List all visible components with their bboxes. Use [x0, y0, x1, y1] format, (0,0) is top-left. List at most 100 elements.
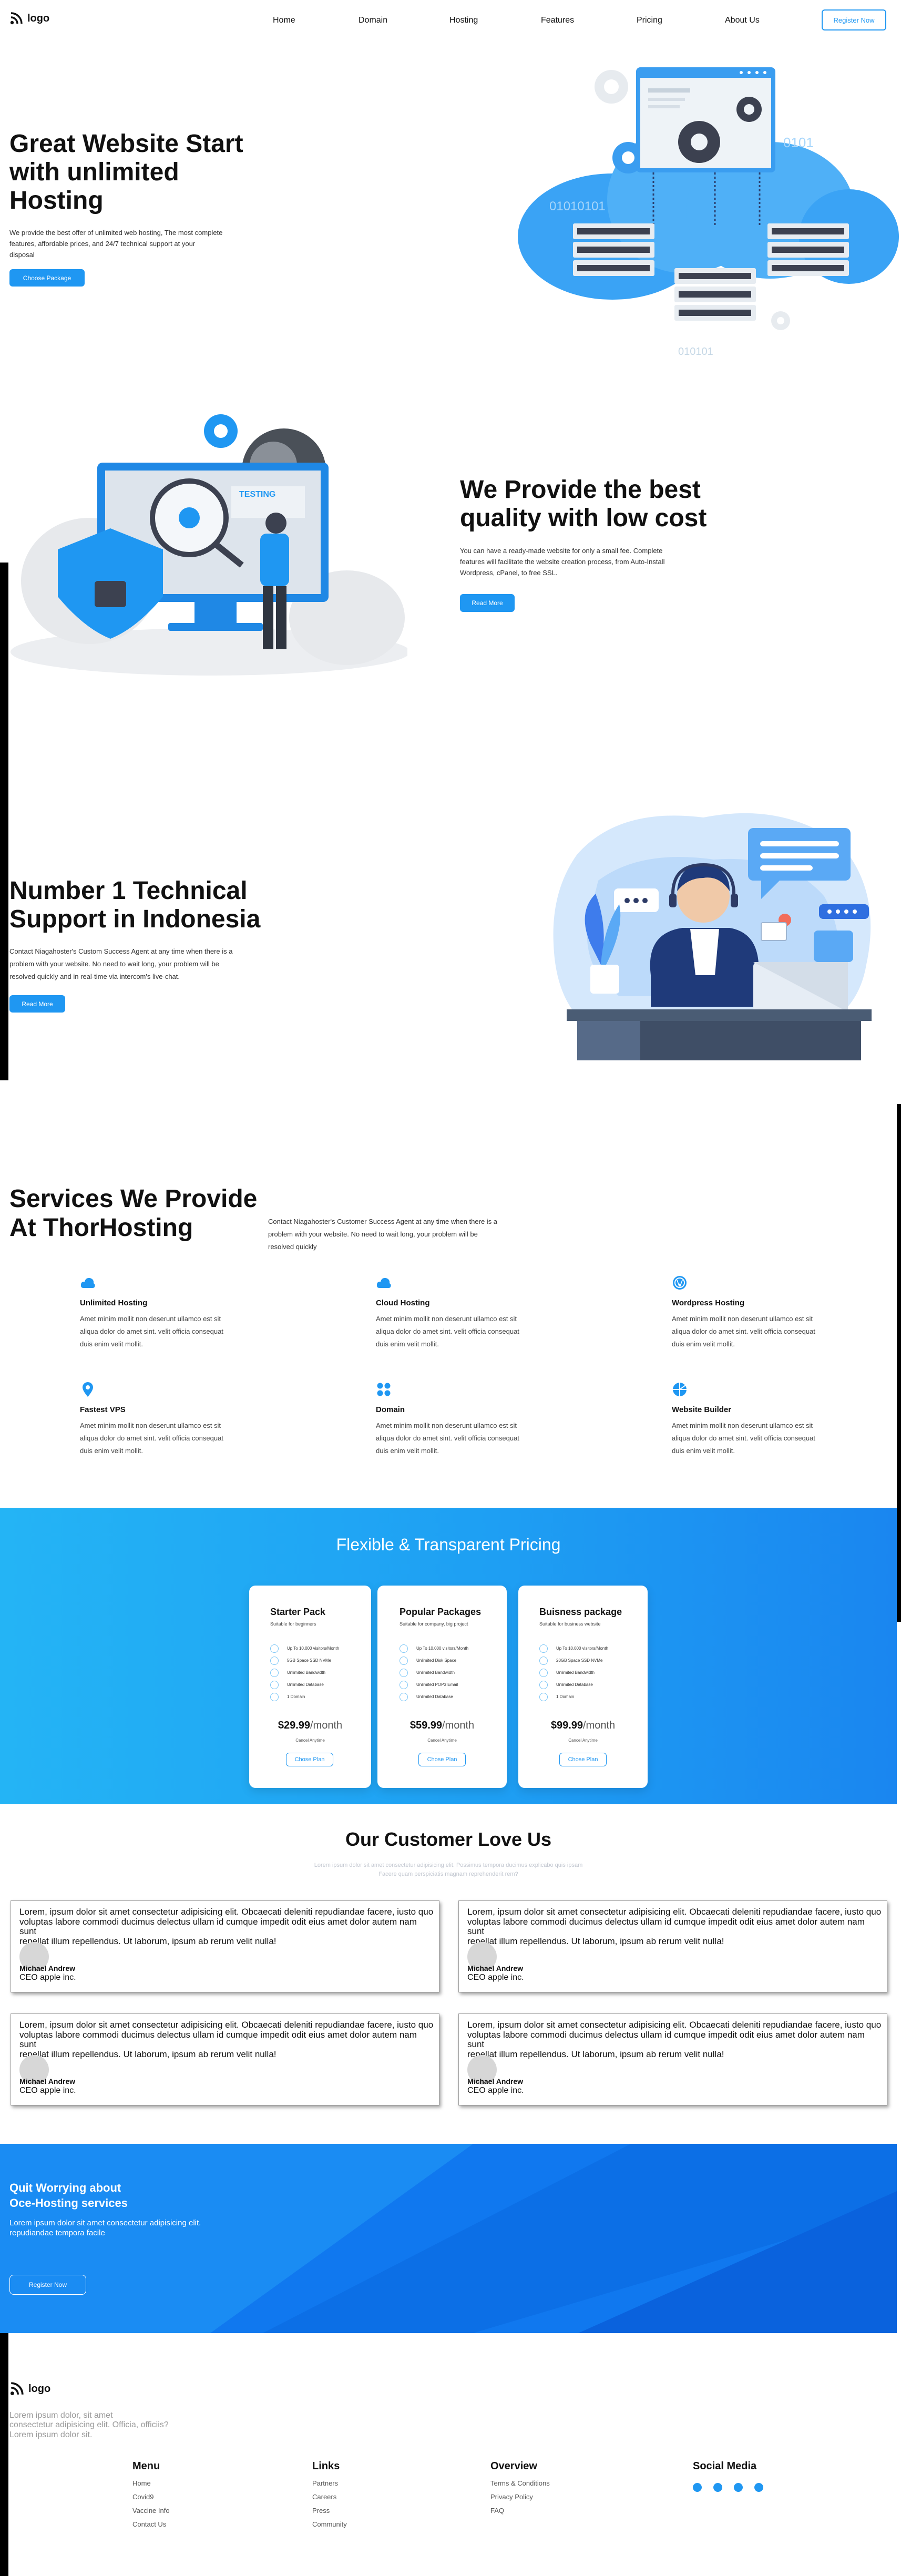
- testimonial-card: Lorem, ipsum dolor sit amet consectetur …: [11, 1900, 439, 1992]
- footer-link[interactable]: Home: [132, 2477, 170, 2490]
- footer-link-list: Terms & Conditions Privacy Policy FAQ: [490, 2477, 550, 2518]
- services-desc-line: Contact Niagahoster's Customer Success A…: [268, 1218, 498, 1225]
- logo[interactable]: logo: [9, 12, 49, 25]
- choose-plan-button[interactable]: Chose Plan: [559, 1753, 607, 1766]
- plan-price: $99.99/month: [518, 1720, 648, 1732]
- footer-desc-line: Lorem ipsum dolor sit.: [9, 2430, 93, 2439]
- hero-desc-line: disposal: [9, 250, 35, 259]
- nav-domain[interactable]: Domain: [359, 16, 387, 25]
- nav-features[interactable]: Features: [541, 16, 574, 25]
- cloud-icon: [376, 1277, 391, 1288]
- support-desc-line: problem with your website. No need to wa…: [9, 960, 219, 968]
- feature-label: Unlimited Database: [416, 1694, 453, 1699]
- nav-home[interactable]: Home: [273, 16, 295, 25]
- feature-label: 5GB Space SSD NVMe: [287, 1658, 332, 1663]
- quality-read-more-button[interactable]: Read More: [460, 594, 515, 612]
- cloud-icon: [80, 1277, 95, 1288]
- feature-label: 1 Domain: [556, 1694, 575, 1699]
- feature-label: 20GB Space SSD NVMe: [556, 1658, 603, 1663]
- plan-note: Cancel Anytime: [568, 1738, 598, 1743]
- nav-pricing[interactable]: Pricing: [637, 16, 662, 25]
- service-desc-line: duis enim velit mollit.: [80, 1340, 143, 1348]
- quality-title-line: We Provide the best: [460, 476, 701, 504]
- testimonial-line: voluptas labore commodi ducimus delectus…: [467, 1916, 865, 1937]
- choose-plan-button[interactable]: Chose Plan: [418, 1753, 466, 1766]
- footer-link[interactable]: Contact Us: [132, 2518, 170, 2531]
- support-read-more-button[interactable]: Read More: [9, 995, 65, 1013]
- logo-text: logo: [27, 12, 50, 24]
- plan-feature: Unlimited Disk Space: [400, 1654, 468, 1667]
- feature-label: 1 Domain: [287, 1694, 305, 1699]
- service-description: Amet minim mollit non deserunt ullamco e…: [672, 1419, 819, 1457]
- left-edge-bar: [0, 563, 8, 1080]
- facebook-icon[interactable]: [693, 2483, 702, 2492]
- feature-label: Up To 10,000 visitors/Month: [287, 1646, 340, 1651]
- services-desc-line: resolved quickly: [268, 1243, 317, 1251]
- testimonials-title: Our Customer Love Us: [345, 1828, 552, 1850]
- footer-link[interactable]: Terms & Conditions: [490, 2477, 550, 2490]
- feature-label: Unlimited Disk Space: [416, 1658, 457, 1663]
- hero-desc-line: features, affordable prices, and 24/7 te…: [9, 239, 196, 248]
- footer-link[interactable]: Vaccine Info: [132, 2504, 170, 2518]
- testimonial-role: CEO apple inc.: [19, 2086, 76, 2095]
- plan-feature: 1 Domain: [539, 1691, 608, 1703]
- pricing-title: Flexible & Transparent Pricing: [336, 1535, 561, 1554]
- feature-label: Unlimited Database: [287, 1682, 324, 1687]
- plan-name: Popular Packages: [400, 1607, 482, 1617]
- choose-package-button[interactable]: Choose Package: [9, 269, 85, 287]
- quality-title: We Provide the best quality with low cos…: [460, 476, 733, 533]
- builder-icon: [673, 1383, 687, 1396]
- check-circle-icon: [400, 1680, 408, 1689]
- quality-description: You can have a ready-made website for on…: [460, 546, 681, 578]
- server-rack-right: [767, 223, 849, 276]
- footer-link[interactable]: Careers: [312, 2490, 347, 2504]
- pricing-card: Starter Pack Suitable for beginners Up T…: [249, 1586, 371, 1788]
- service-description: Amet minim mollit non deserunt ullamco e…: [80, 1419, 227, 1457]
- footer-link[interactable]: Partners: [312, 2477, 347, 2490]
- plan-feature: Unlimited Bandwidth: [539, 1667, 608, 1679]
- support-title-line: Number 1 Technical: [9, 877, 248, 905]
- footer-link[interactable]: FAQ: [490, 2504, 550, 2518]
- plan-feature: Up To 10,000 visitors/Month: [270, 1642, 339, 1654]
- footer-link[interactable]: Privacy Policy: [490, 2490, 550, 2504]
- footer-link[interactable]: Press: [312, 2504, 347, 2518]
- cta-register-button[interactable]: Register Now: [9, 2275, 86, 2295]
- linkedin-icon[interactable]: [754, 2483, 763, 2492]
- service-desc-line: duis enim velit mollit.: [80, 1447, 143, 1455]
- footer-link[interactable]: Covid9: [132, 2490, 170, 2504]
- check-circle-icon: [400, 1692, 408, 1701]
- check-circle-icon: [270, 1668, 279, 1677]
- grid-icon: [377, 1383, 391, 1396]
- testimonials-subtitle: Lorem ipsum dolor sit amet consectetur a…: [0, 1861, 897, 1879]
- testimonial-role: CEO apple inc.: [19, 1973, 76, 1982]
- location-icon: [83, 1382, 93, 1397]
- nav-about-us[interactable]: About Us: [725, 16, 760, 25]
- choose-plan-button[interactable]: Chose Plan: [286, 1753, 333, 1766]
- testimonial-role: CEO apple inc.: [467, 2086, 524, 2095]
- pricing-section: Flexible & Transparent Pricing Starter P…: [0, 1508, 897, 1804]
- service-item: Wordpress Hosting Amet minim mollit non …: [672, 1275, 819, 1351]
- twitter-icon[interactable]: [713, 2483, 722, 2492]
- testimonial-text: Lorem, ipsum dolor sit amet consectetur …: [467, 1907, 883, 1947]
- hero-title: Great Website Start with unlimited Hosti…: [9, 130, 283, 214]
- footer-link[interactable]: Community: [312, 2518, 347, 2531]
- hero-desc-line: We provide the best offer of unlimited w…: [9, 229, 223, 237]
- footer-column-links: Links Partners Careers Press Community: [312, 2460, 347, 2531]
- service-item: Domain Amet minim mollit non deserunt ul…: [376, 1382, 523, 1457]
- plan-feature: Up To 10,000 visitors/Month: [400, 1642, 468, 1654]
- feature-label: Up To 10,000 visitors/Month: [556, 1646, 609, 1651]
- instagram-icon[interactable]: [734, 2483, 743, 2492]
- price-period: /month: [583, 1720, 616, 1731]
- feature-label: Unlimited POP3 Email: [416, 1682, 458, 1687]
- nav-hosting[interactable]: Hosting: [449, 16, 478, 25]
- testimonial-line: repellat illum repellendus. Ut laborum, …: [467, 2049, 724, 2060]
- footer-logo[interactable]: logo: [9, 2381, 50, 2396]
- register-now-button[interactable]: Register Now: [822, 9, 886, 30]
- testimonial-line: voluptas labore commodi ducimus delectus…: [19, 2029, 417, 2050]
- footer-link-list: Home Covid9 Vaccine Info Contact Us: [132, 2477, 170, 2531]
- plan-feature: Unlimited Bandwidth: [400, 1667, 468, 1679]
- cta-desc-line: Lorem ipsum dolor sit amet consectetur a…: [9, 2219, 201, 2227]
- hero-title-line: Great Website Start: [9, 130, 243, 158]
- cta-description: Lorem ipsum dolor sit amet consectetur a…: [9, 2219, 201, 2238]
- cta-title-line: Quit Worrying about: [9, 2181, 121, 2194]
